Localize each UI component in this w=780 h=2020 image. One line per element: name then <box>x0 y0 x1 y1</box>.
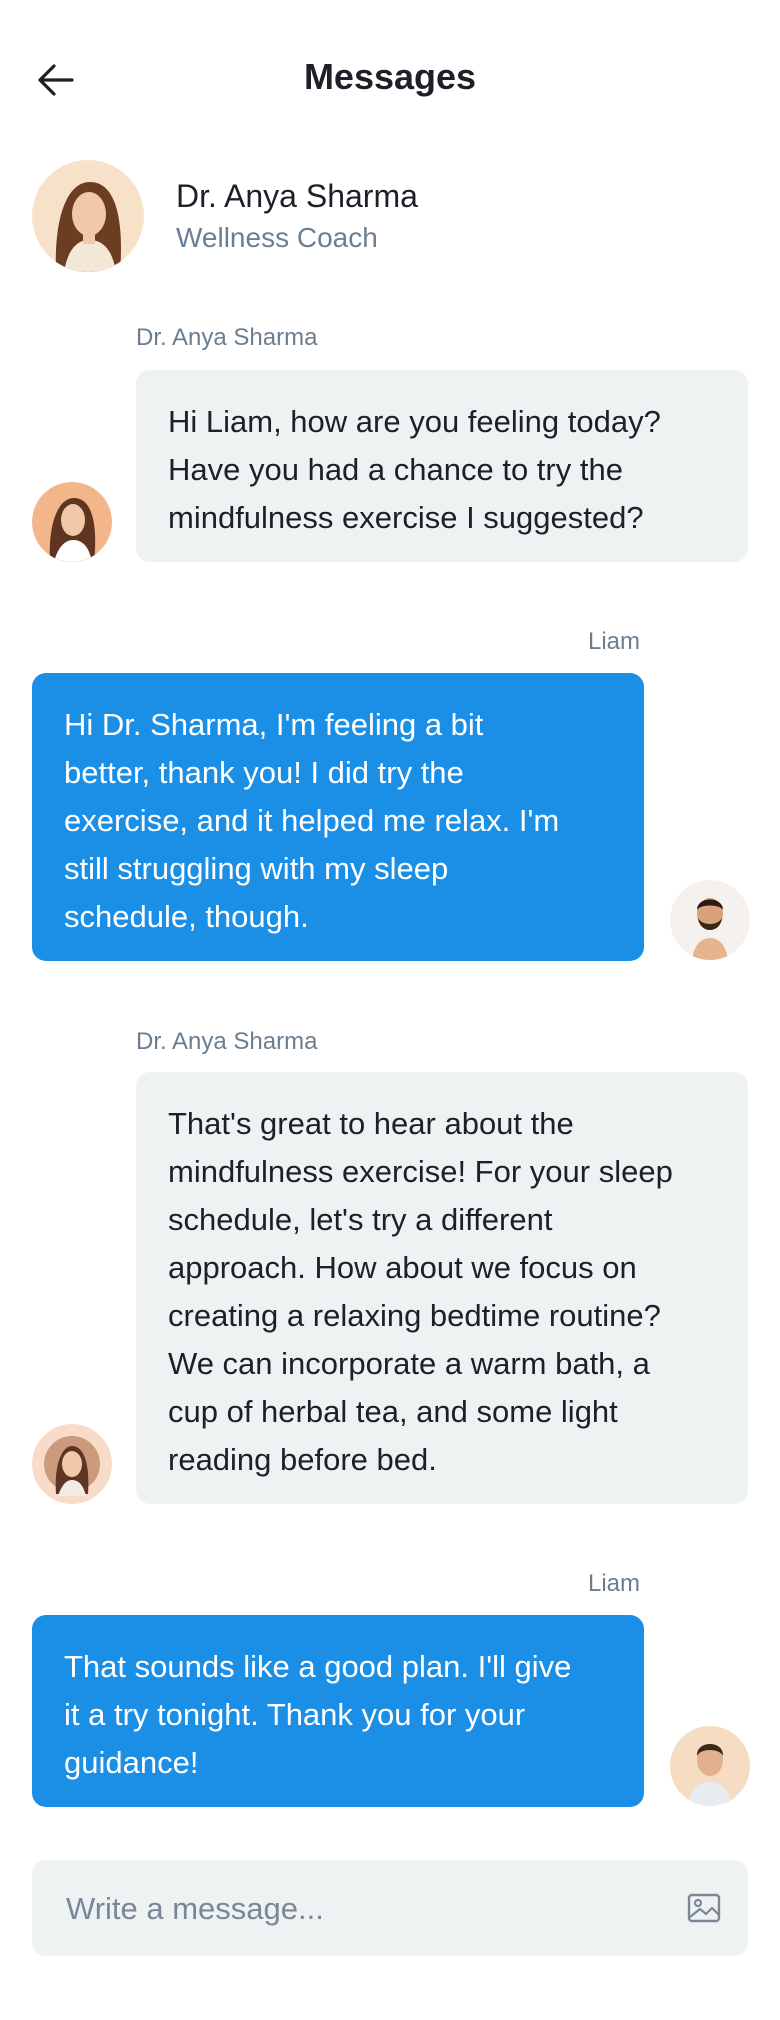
message-line: still struggling with my sleep <box>64 851 449 886</box>
message-sender: Dr. Anya Sharma <box>136 324 318 351</box>
sender-avatar <box>32 482 112 562</box>
message-line: Hi Dr. Sharma, I'm feeling a bit <box>64 707 484 742</box>
message-line: We can incorporate a warm bath, a <box>168 1346 650 1381</box>
message-line: guidance! <box>64 1745 199 1780</box>
message-sender: Liam <box>588 628 641 655</box>
message-bubble-outgoing: Hi Dr. Sharma, I'm feeling a bit better,… <box>32 673 644 961</box>
message-line: reading before bed. <box>168 1442 437 1477</box>
message-input[interactable] <box>64 1860 628 1958</box>
message-line: it a try tonight. Thank you for your <box>64 1697 526 1732</box>
contact-header[interactable]: Dr. Anya Sharma Wellness Coach <box>32 160 748 272</box>
message-line: creating a relaxing bedtime routine? <box>168 1298 661 1333</box>
message-line: That sounds like a good plan. I'll give <box>64 1649 572 1684</box>
message-line: That's great to hear about the <box>168 1106 574 1141</box>
message-composer <box>32 1860 748 1958</box>
message-line: exercise, and it helped me relax. I'm <box>64 803 560 838</box>
message-sender: Liam <box>588 1570 641 1597</box>
contact-role: Wellness Coach <box>176 222 378 253</box>
user-avatar <box>670 1726 750 1806</box>
message-bubble-outgoing: That sounds like a good plan. I'll give … <box>32 1615 644 1807</box>
sender-avatar <box>32 1424 112 1504</box>
message-line: cup of herbal tea, and some light <box>168 1394 618 1429</box>
message-line: schedule, though. <box>64 899 309 934</box>
message-bubble-incoming: Hi Liam, how are you feeling today? Have… <box>136 370 748 562</box>
page-title: Messages <box>303 56 477 97</box>
image-icon <box>687 1893 721 1923</box>
message-line: mindfulness exercise! For your sleep <box>168 1154 673 1189</box>
message-line: Hi Liam, how are you feeling today? <box>168 404 661 439</box>
contact-name: Dr. Anya Sharma <box>176 178 418 214</box>
message-line: better, thank you! I did try the <box>64 755 464 790</box>
message-sender: Dr. Anya Sharma <box>136 1028 318 1055</box>
message-bubble-incoming: That's great to hear about the mindfulne… <box>136 1072 748 1504</box>
contact-avatar <box>32 160 144 272</box>
message-line: approach. How about we focus on <box>168 1250 637 1285</box>
message-line: Have you had a chance to try the <box>168 452 623 487</box>
header: Messages <box>0 0 780 160</box>
message-line: schedule, let's try a different <box>168 1202 553 1237</box>
attach-image-button[interactable] <box>686 1890 722 1926</box>
user-avatar <box>670 880 750 960</box>
message-line: mindfulness exercise I suggested? <box>168 500 644 535</box>
